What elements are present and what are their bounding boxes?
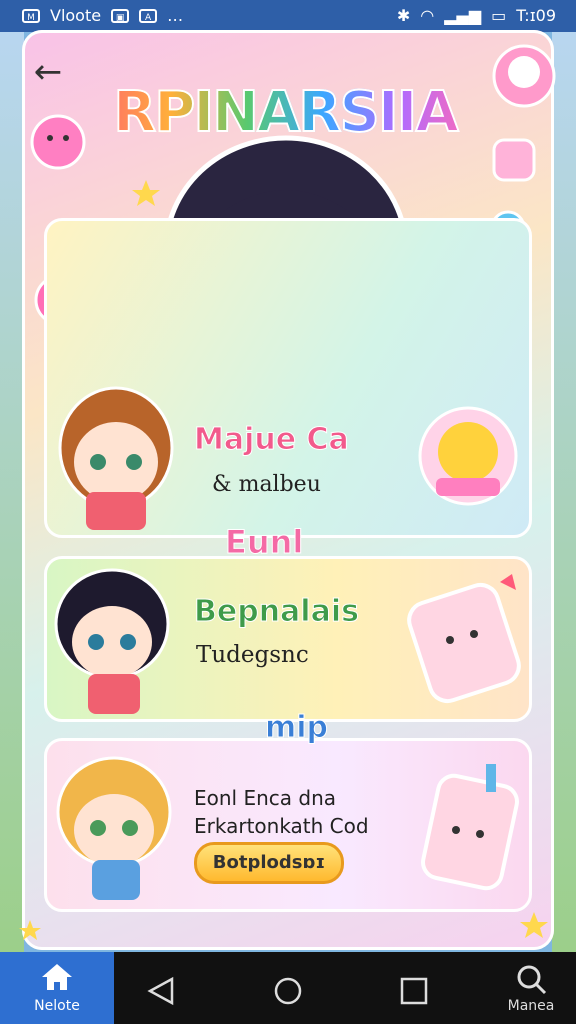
card-2-tag: mip (264, 710, 329, 746)
card-3-title: Eonl Enca dna (194, 786, 337, 810)
manage-tab[interactable]: Manea (486, 952, 576, 1024)
search-icon (517, 965, 547, 995)
card-1-title: Majue Ca (194, 422, 350, 458)
nav-back-icon[interactable] (146, 975, 178, 1007)
avatar-brown-hair (58, 386, 174, 530)
card-3-action-button[interactable]: Botplodsɒɪ (194, 842, 344, 884)
card-3-subtitle: Erkartonkath Cod (194, 814, 369, 838)
item-yellow-chick (418, 406, 518, 506)
home-icon (42, 964, 72, 990)
item-phone-character (407, 574, 521, 704)
home-tab[interactable]: Nelote (0, 952, 114, 1024)
card-2-title: Bepnalais (194, 594, 360, 630)
card-2-subtitle: Tudegsnc (196, 642, 309, 668)
manage-tab-label: Manea (507, 998, 555, 1014)
avatar-black-hair (54, 568, 170, 714)
home-tab-label: Nelote (34, 998, 80, 1014)
nav-recent-icon[interactable] (398, 975, 430, 1007)
nav-home-icon[interactable] (272, 975, 304, 1007)
card-1-tag: Eunl (224, 523, 304, 562)
avatar-blonde-hair (56, 756, 172, 900)
card-1-subtitle: & malbeu (212, 472, 321, 497)
item-juice-box (421, 764, 519, 891)
